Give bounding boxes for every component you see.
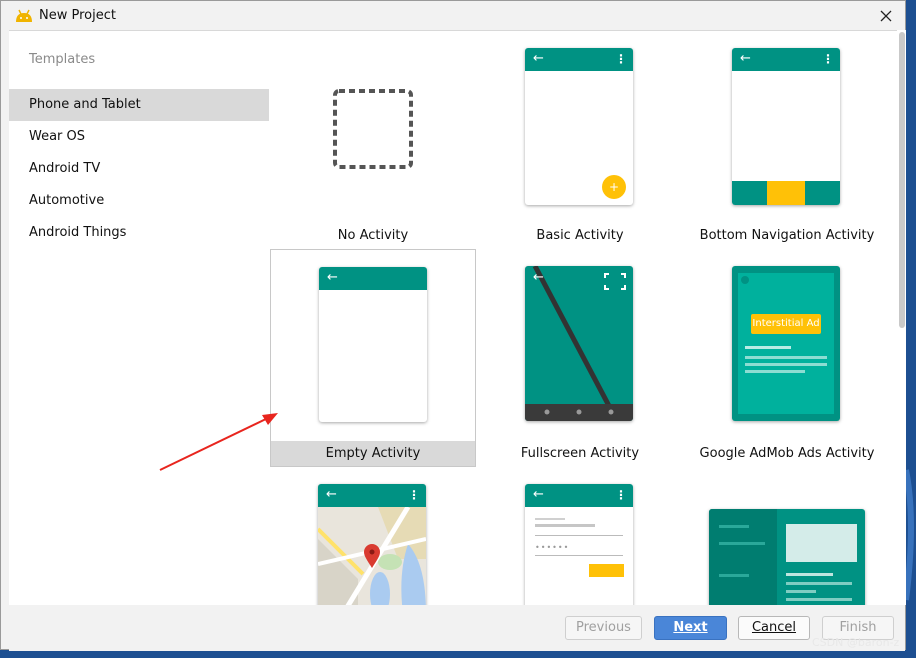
ad-panel: Interstitial Ad — [738, 273, 834, 414]
list-line — [719, 542, 765, 545]
template-label: Basic Activity — [536, 228, 624, 243]
template-google-admob-ads-activity[interactable]: Interstitial Ad Google AdMob Ads Activit… — [684, 249, 890, 465]
list-line — [719, 525, 749, 528]
form-line — [535, 555, 623, 556]
template-empty-activity[interactable]: ← Empty Activity — [270, 249, 476, 467]
text-line — [786, 590, 816, 593]
overflow-menu-icon: ⋮ — [615, 52, 627, 66]
phone-preview: ← ⋮ — [318, 484, 426, 606]
sidebar-item-android-tv[interactable]: Android TV — [9, 153, 269, 185]
form-line — [535, 535, 623, 536]
text-line — [745, 370, 805, 373]
text-line — [745, 356, 827, 359]
window-title: New Project — [39, 8, 116, 23]
template-label: Empty Activity — [271, 441, 475, 466]
ad-dismiss-icon — [741, 276, 749, 284]
gallery-scrollbar[interactable] — [897, 30, 906, 605]
previous-button[interactable]: Previous — [565, 616, 642, 640]
phone-preview: ← — [319, 267, 427, 422]
template-label: Google AdMob Ads Activity — [699, 446, 875, 461]
phone-preview: ← ⋮ + — [525, 48, 633, 205]
sidebar-item-wear-os[interactable]: Wear OS — [9, 121, 269, 153]
title-bar: New Project — [1, 1, 905, 31]
new-project-dialog: New Project Templates Phone and Tablet W… — [0, 0, 906, 651]
sidebar-item-phone-and-tablet[interactable]: Phone and Tablet — [9, 89, 269, 121]
back-arrow-icon: ← — [326, 487, 337, 502]
login-button-preview — [589, 564, 624, 577]
app-bar: ← ⋮ — [318, 484, 426, 507]
template-label: Fullscreen Activity — [520, 446, 640, 461]
phone-preview: ← ⋮ •••••• — [525, 484, 633, 606]
password-dots: •••••• — [535, 543, 570, 552]
phone-preview: ← ⋮ — [732, 48, 840, 205]
app-bar: ← ⋮ — [732, 48, 840, 71]
template-category-sidebar: Templates Phone and Tablet Wear OS Andro… — [9, 30, 270, 606]
interstitial-ad-badge: Interstitial Ad — [751, 314, 821, 334]
text-line — [786, 582, 852, 585]
app-bar: ← ⋮ — [525, 48, 633, 71]
text-line — [786, 573, 833, 576]
android-studio-icon — [16, 9, 32, 22]
app-bar: ← — [319, 267, 427, 290]
cancel-button-label: Cancel — [751, 620, 797, 635]
template-no-activity[interactable]: No Activity — [270, 34, 476, 250]
back-arrow-icon: ← — [533, 270, 544, 285]
phone-preview: ← — [525, 266, 633, 421]
back-arrow-icon: ← — [327, 270, 338, 285]
bottom-nav-selected-item — [767, 181, 805, 205]
scroll-thumb[interactable] — [899, 32, 905, 328]
fullscreen-illustration — [525, 266, 633, 421]
form-line — [535, 518, 565, 520]
back-arrow-icon: ← — [533, 51, 544, 66]
back-arrow-icon: ← — [740, 51, 751, 66]
tablet-preview — [709, 509, 865, 606]
text-line — [745, 346, 791, 349]
template-bottom-navigation-activity[interactable]: ← ⋮ Bottom Navigation Activity — [684, 34, 890, 250]
dashed-placeholder-icon — [333, 89, 413, 169]
text-line — [786, 598, 852, 601]
template-login-activity[interactable]: ← ⋮ •••••• — [477, 467, 683, 606]
template-label: No Activity — [337, 228, 409, 243]
template-master-detail-flow[interactable] — [684, 467, 890, 606]
cancel-button[interactable]: Cancel — [738, 616, 810, 640]
template-label: Bottom Navigation Activity — [699, 228, 875, 243]
close-icon — [880, 10, 892, 22]
list-line — [719, 574, 749, 577]
template-basic-activity[interactable]: ← ⋮ + Basic Activity — [477, 34, 683, 250]
next-button[interactable]: Next — [654, 616, 727, 640]
overflow-menu-icon: ⋮ — [408, 488, 420, 502]
sidebar-item-automotive[interactable]: Automotive — [9, 185, 269, 217]
overflow-menu-icon: ⋮ — [615, 488, 627, 502]
watermark: CSDN @baron-z — [812, 636, 900, 649]
phone-preview: Interstitial Ad — [732, 266, 840, 421]
text-line — [745, 363, 827, 366]
close-button[interactable] — [867, 1, 905, 31]
fab-icon: + — [602, 175, 626, 199]
master-pane — [709, 509, 777, 606]
template-fullscreen-activity[interactable]: ← Fullscreen Activity — [477, 249, 683, 465]
form-line — [535, 524, 595, 527]
detail-image — [786, 524, 857, 562]
app-bar: ← ⋮ — [525, 484, 633, 507]
back-arrow-icon: ← — [533, 487, 544, 502]
bottom-nav-bar — [732, 181, 840, 205]
overflow-menu-icon: ⋮ — [822, 52, 834, 66]
sidebar-header: Templates — [29, 52, 96, 67]
dialog-button-bar: Previous Next Cancel Finish — [9, 605, 905, 651]
template-google-maps-activity[interactable]: ← ⋮ — [270, 467, 476, 606]
next-button-label: Next — [673, 620, 708, 635]
template-gallery: No Activity ← ⋮ + Basic Activity ← ⋮ Bot… — [269, 30, 897, 606]
sidebar-item-android-things[interactable]: Android Things — [9, 217, 269, 249]
